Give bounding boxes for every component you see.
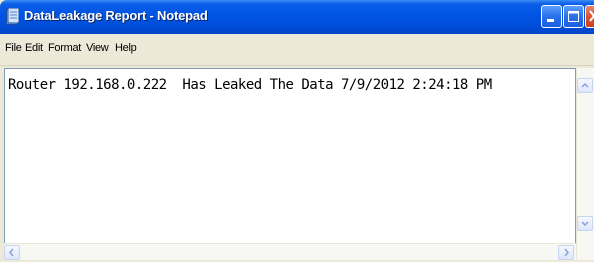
close-icon (589, 10, 594, 22)
scroll-left-button[interactable] (4, 245, 20, 260)
menu-format[interactable]: Format (48, 42, 81, 54)
title-bar[interactable]: DataLeakage Report - Notepad (0, 0, 594, 34)
arrow-down-icon (581, 221, 589, 227)
close-button[interactable] (585, 5, 594, 28)
menu-edit[interactable]: Edit (25, 42, 43, 54)
vertical-scrollbar[interactable] (576, 68, 594, 260)
notepad-window: DataLeakage Report - Notepad File Edit F… (0, 0, 594, 262)
window-title: DataLeakage Report - Notepad (24, 8, 208, 23)
scroll-up-button[interactable] (577, 78, 593, 93)
horizontal-scrollbar[interactable] (4, 243, 576, 260)
menu-view[interactable]: View (86, 42, 109, 54)
scroll-down-button[interactable] (577, 216, 593, 231)
arrow-up-icon (581, 82, 589, 88)
menu-help[interactable]: Help (115, 42, 137, 54)
arrow-right-icon (564, 248, 569, 257)
notepad-icon (6, 8, 19, 25)
arrow-left-icon (9, 248, 14, 257)
maximize-icon (568, 11, 579, 22)
text-editor[interactable]: Router 192.168.0.222 Has Leaked The Data… (4, 68, 576, 260)
minimize-icon (547, 19, 554, 22)
minimize-button[interactable] (541, 5, 562, 28)
menu-bar: File Edit Format View Help (0, 34, 594, 66)
scroll-right-button[interactable] (558, 245, 574, 260)
document-line: Router 192.168.0.222 Has Leaked The Data… (8, 77, 492, 93)
maximize-button[interactable] (563, 5, 584, 28)
menu-file[interactable]: File (5, 42, 22, 54)
